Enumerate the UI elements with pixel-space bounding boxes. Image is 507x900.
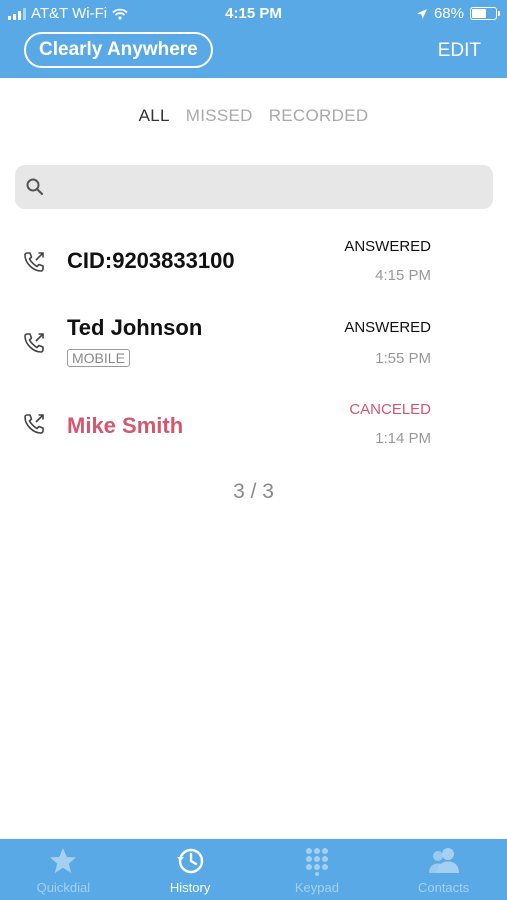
call-row[interactable]: Ted Johnson MOBILE ANSWERED 1:55 PM — [0, 311, 507, 383]
tab-label: History — [169, 880, 211, 895]
call-time: 1:55 PM — [375, 350, 431, 367]
battery-icon — [470, 7, 500, 20]
outgoing-call-icon — [24, 414, 44, 434]
app-header: AT&T Wi-Fi 4:15 PM 68% Clearly Anywhere … — [0, 0, 507, 78]
call-row[interactable]: CID:9203833100 ANSWERED 4:15 PM — [0, 230, 507, 302]
number-type-badge: MOBILE — [67, 349, 130, 367]
call-status: CANCELED — [349, 401, 431, 418]
history-filter-tabs: ALL MISSED RECORDED — [0, 106, 507, 126]
tab-label: Keypad — [294, 880, 339, 895]
location-arrow-icon — [416, 8, 427, 19]
caller-name: Mike Smith — [67, 413, 184, 438]
search-icon — [26, 178, 44, 196]
tab-contacts[interactable]: Contacts — [380, 839, 507, 900]
keypad-icon — [305, 848, 328, 876]
call-status: ANSWERED — [344, 238, 431, 255]
search-input[interactable] — [53, 165, 487, 211]
tab-keypad[interactable]: Keypad — [254, 839, 381, 900]
call-time: 1:14 PM — [375, 430, 431, 447]
call-row[interactable]: Mike Smith CANCELED 1:14 PM — [0, 392, 507, 464]
search-bar[interactable] — [15, 165, 493, 211]
outgoing-call-icon — [24, 252, 44, 272]
edit-button[interactable]: EDIT — [438, 40, 481, 62]
tab-label: Quickdial — [36, 880, 91, 895]
bottom-tab-bar: Quickdial History Keypad Contacts — [0, 839, 507, 900]
tab-history[interactable]: History — [127, 839, 254, 900]
contacts-icon — [428, 848, 459, 873]
outgoing-call-icon — [24, 333, 44, 353]
history-icon — [177, 848, 204, 874]
page-indicator: 3 / 3 — [233, 480, 274, 503]
caller-name: CID:9203833100 — [67, 248, 235, 273]
star-icon — [50, 848, 77, 873]
tab-recorded[interactable]: RECORDED — [269, 106, 369, 126]
call-time: 4:15 PM — [375, 267, 431, 284]
account-selector-button[interactable]: Clearly Anywhere — [24, 32, 213, 68]
call-status: ANSWERED — [344, 319, 431, 336]
status-bar: AT&T Wi-Fi 4:15 PM 68% — [0, 0, 507, 28]
tab-missed[interactable]: MISSED — [186, 106, 253, 126]
tab-label: Contacts — [417, 880, 470, 895]
tab-quickdial[interactable]: Quickdial — [0, 839, 127, 900]
tab-all[interactable]: ALL — [139, 106, 170, 126]
account-name: Clearly Anywhere — [39, 39, 198, 60]
caller-name: Ted Johnson — [67, 315, 203, 340]
battery-percent: 68% — [433, 5, 464, 22]
